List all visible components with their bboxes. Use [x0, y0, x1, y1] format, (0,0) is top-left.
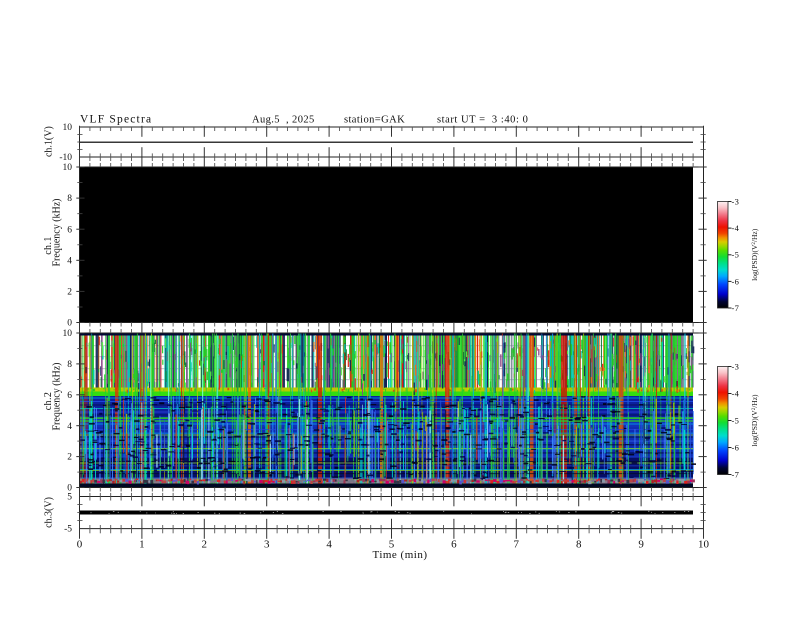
- svg-text:10: 10: [698, 539, 710, 551]
- svg-text:2: 2: [67, 288, 72, 298]
- svg-text:ch.3(V): ch.3(V): [44, 497, 55, 528]
- svg-text:6: 6: [451, 539, 457, 551]
- svg-text:Frequency (kHz): Frequency (kHz): [52, 198, 63, 266]
- svg-text:10: 10: [63, 163, 73, 173]
- svg-text:-3: -3: [732, 196, 740, 206]
- svg-text:Frequency (kHz): Frequency (kHz): [52, 362, 63, 430]
- svg-text:ch.1(V): ch.1(V): [44, 126, 55, 157]
- svg-text:0: 0: [77, 539, 83, 551]
- svg-text:4: 4: [326, 539, 332, 551]
- svg-text:-7: -7: [732, 469, 740, 479]
- svg-text:9: 9: [638, 539, 644, 551]
- svg-text:station=GAK: station=GAK: [344, 115, 405, 126]
- svg-text:4: 4: [67, 256, 72, 266]
- svg-text:5: 5: [67, 493, 72, 503]
- svg-text:log(PSD)(V2/Hz): log(PSD)(V2/Hz): [750, 394, 759, 447]
- svg-text:3: 3: [264, 539, 270, 551]
- svg-text:-3: -3: [732, 361, 740, 371]
- svg-text:0: 0: [67, 319, 72, 329]
- svg-text:log(PSD)(V2/Hz): log(PSD)(V2/Hz): [750, 228, 759, 281]
- svg-text:2: 2: [202, 539, 208, 551]
- svg-text:8: 8: [576, 539, 582, 551]
- svg-text:10: 10: [63, 123, 73, 133]
- svg-text:-5: -5: [64, 525, 72, 535]
- svg-text:-10: -10: [59, 153, 72, 163]
- svg-text:8: 8: [67, 360, 72, 370]
- svg-text:-6: -6: [732, 442, 740, 452]
- svg-text:-4: -4: [732, 223, 740, 233]
- svg-text:start UT = 3 :40: 0: start UT = 3 :40: 0: [437, 115, 528, 126]
- svg-text:1: 1: [139, 539, 145, 551]
- svg-text:7: 7: [514, 539, 520, 551]
- svg-text:2: 2: [67, 453, 72, 463]
- svg-text:Aug.5 , 2025: Aug.5 , 2025: [252, 115, 315, 126]
- svg-text:-5: -5: [732, 250, 740, 260]
- svg-text:-4: -4: [732, 388, 740, 398]
- svg-text:-5: -5: [732, 415, 740, 425]
- svg-text:4: 4: [67, 422, 72, 432]
- svg-text:8: 8: [67, 194, 72, 204]
- svg-text:6: 6: [67, 391, 72, 401]
- svg-text:Time (min): Time (min): [372, 549, 427, 561]
- svg-text:10: 10: [63, 329, 73, 339]
- svg-text:VLF Spectra: VLF Spectra: [80, 114, 152, 126]
- svg-text:6: 6: [67, 225, 72, 235]
- svg-text:-7: -7: [732, 303, 740, 313]
- svg-text:-6: -6: [732, 276, 740, 286]
